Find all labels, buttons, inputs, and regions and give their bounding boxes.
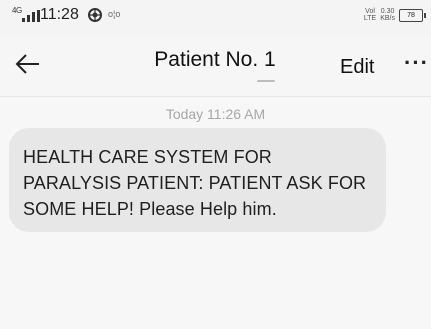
notification-indicator: o¦o xyxy=(108,9,121,19)
title-underline xyxy=(257,80,275,82)
lte-label: LTE xyxy=(363,15,377,22)
edit-button[interactable]: Edit xyxy=(340,56,374,79)
volte-indicator: Vol LTE xyxy=(364,8,376,22)
speed-unit: KB/s xyxy=(380,15,395,22)
messages-screen: 4G 11:28 o¦o Vol LTE 0.30 KB/s 78 Patien… xyxy=(0,0,431,329)
conversation-header: Patient No. 1 Edit ··· xyxy=(0,36,431,96)
message-bubble-incoming[interactable]: HEALTH CARE SYSTEM FOR PARALYSIS PATIENT… xyxy=(9,128,386,232)
back-arrow-icon xyxy=(15,54,39,74)
signal-strength-icon xyxy=(22,10,40,22)
contact-title[interactable]: Patient No. 1 xyxy=(130,48,300,72)
status-right-group: Vol LTE 0.30 KB/s 78 xyxy=(364,7,426,23)
back-button[interactable] xyxy=(14,50,42,78)
header-divider xyxy=(0,96,431,97)
message-text: HEALTH CARE SYSTEM FOR PARALYSIS PATIENT… xyxy=(23,147,367,219)
battery-icon: 78 xyxy=(399,8,426,22)
status-bar: 4G 11:28 o¦o Vol LTE 0.30 KB/s 78 xyxy=(0,0,431,36)
battery-level: 78 xyxy=(407,11,415,19)
speed-value: 0.30 xyxy=(380,8,395,15)
network-speed: 0.30 KB/s xyxy=(380,8,395,22)
tracker-icon xyxy=(88,8,102,22)
volte-label: Vol xyxy=(365,8,375,15)
more-options-icon[interactable]: ··· xyxy=(404,50,429,76)
message-timestamp: Today 11:26 AM xyxy=(165,106,266,122)
network-type-label: 4G xyxy=(12,6,22,15)
status-time: 11:28 xyxy=(40,6,79,23)
